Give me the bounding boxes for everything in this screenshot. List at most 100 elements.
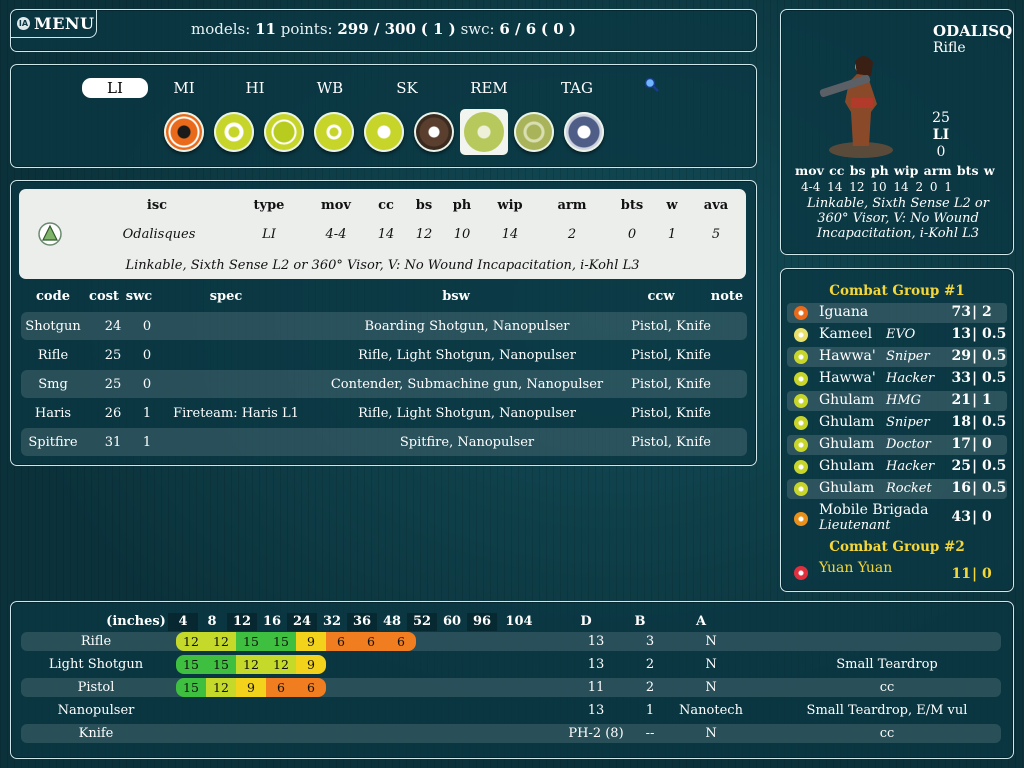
col-swc: swc <box>125 289 153 304</box>
mobile-brigada-icon[interactable] <box>364 112 404 152</box>
option-cost: 24 <box>104 319 122 334</box>
item-name: Ghulam <box>819 480 875 496</box>
option-row[interactable]: Haris 26 1 Fireteam: Haris L1 Rifle, Lig… <box>21 399 747 427</box>
range-modifier: 6 <box>326 632 356 651</box>
tab-rem[interactable]: REM <box>456 78 522 98</box>
army-list-item[interactable]: Mobile Brigada Lieutenant 43 | 0 <box>787 501 1007 535</box>
iguana-icon[interactable] <box>164 112 204 152</box>
weapon-row[interactable]: Rifle 12 12 15 15 9 6 6 6 13 3 N <box>21 632 1001 651</box>
detail-cost-block: 25 LI 0 <box>911 110 971 161</box>
option-swc: 1 <box>142 406 152 421</box>
hawwa-icon[interactable] <box>264 112 304 152</box>
weapon-special: Small Teardrop <box>836 657 938 672</box>
tab-wb[interactable]: WB <box>297 78 363 98</box>
kameel-icon[interactable] <box>214 112 254 152</box>
range-modifier: 12 <box>176 632 206 651</box>
option-row[interactable]: Shotgun 24 0 Boarding Shotgun, Nanopulse… <box>21 312 747 340</box>
header-wip: wip <box>497 198 523 213</box>
range-distance: 4 <box>168 613 198 631</box>
item-swc-value: 0.5 <box>981 480 1007 496</box>
option-swc: 0 <box>142 377 152 392</box>
weapon-special: Small Teardrop, E/M vul <box>806 703 968 718</box>
item-name: Yuan Yuan <box>819 560 893 576</box>
army-list-item[interactable]: Ghulam Rocket 16 | 0.5 <box>787 479 1007 499</box>
army-list-item[interactable]: Hawwa' Hacker 33 | 0.5 <box>787 369 1007 389</box>
weapon-special: cc <box>879 726 895 741</box>
army-list-item[interactable]: Kameel EVO 13 | 0.5 <box>787 325 1007 345</box>
army-list-item[interactable]: Ghulam Hacker 25 | 0.5 <box>787 457 1007 477</box>
army-list-item[interactable]: Ghulam Sniper 18 | 0.5 <box>787 413 1007 433</box>
range-modifier: 12 <box>266 655 296 674</box>
option-bsw: Rifle, Light Shotgun, Nanopulser <box>358 348 576 363</box>
item-cost: 18 <box>951 414 971 430</box>
weapon-row[interactable]: Pistol 15 12 9 6 6 11 2 Ncc <box>21 678 1001 697</box>
weapon-name: Pistol <box>77 680 115 695</box>
army-list-item[interactable]: Iguana 73 | 2 <box>787 303 1007 323</box>
item-cost: 13 <box>951 326 971 342</box>
range-modifier: 15 <box>176 655 206 674</box>
option-row[interactable]: Rifle 25 0 Rifle, Light Shotgun, Nanopul… <box>21 341 747 369</box>
weapon-ammo: N <box>705 657 717 672</box>
weapon-row[interactable]: Knife PH-2 (8) -- Ncc <box>21 724 1001 743</box>
naffatun-icon[interactable] <box>514 112 554 152</box>
tab-mi[interactable]: MI <box>151 78 217 98</box>
tab-sk[interactable]: SK <box>374 78 440 98</box>
detail-unit-name: ODALISQ <box>933 22 1013 40</box>
range-modifier-bar: 15 15 12 12 9 <box>176 655 326 674</box>
unit-type-tabs: LI MI HI WB SK REM TAG <box>10 64 757 168</box>
header-bts: bts <box>620 198 644 213</box>
item-swc-value: 0 <box>981 566 992 582</box>
unit-profile-panel: isc type mov cc bs ph wip arm bts w ava … <box>10 180 757 466</box>
detail-stat-values: 4-4 14 12 10 14 2 0 1 <box>801 180 953 194</box>
option-swc: 1 <box>142 435 152 450</box>
option-bsw: Rifle, Light Shotgun, Nanopulser <box>358 406 576 421</box>
range-distance: 60 <box>442 614 462 629</box>
item-swc-value: 0.5 <box>981 458 1007 474</box>
range-distance: 8 <box>207 614 217 629</box>
army-list-item[interactable]: Hawwa' Sniper 29 | 0.5 <box>787 347 1007 367</box>
range-modifier: 6 <box>296 678 326 697</box>
tab-hi[interactable]: HI <box>222 78 288 98</box>
range-distance: 36 <box>347 613 377 631</box>
swc-extra: ( 0 ) <box>540 20 576 38</box>
range-modifier: 12 <box>206 632 236 651</box>
weapon-name: Rifle <box>80 634 112 649</box>
option-code: Shotgun <box>25 319 81 334</box>
item-option: HMG <box>886 393 922 408</box>
unit-icon <box>794 438 808 452</box>
weapon-range-table: (inches) 4 8 12 16 24 32 36 48 52 60 96 104 D B A R… <box>10 601 1014 759</box>
weapon-ammo: Nanotech <box>679 703 743 718</box>
tab-tag[interactable]: TAG <box>544 78 610 98</box>
tab-li[interactable]: LI <box>82 78 148 98</box>
item-cost: 21 <box>951 392 971 408</box>
army-list-item[interactable]: Ghulam Doctor 17 | 0 <box>787 435 1007 455</box>
header-ph: ph <box>452 198 472 213</box>
option-row[interactable]: Smg 25 0 Contender, Submachine gun, Nano… <box>21 370 747 398</box>
army-list-item[interactable]: Ghulam HMG 21 | 1 <box>787 391 1007 411</box>
col-code: code <box>36 289 70 304</box>
weapon-row[interactable]: Nanopulser 13 1 Nanotech Small Teardrop, E/M… <box>21 701 1001 720</box>
weapon-name: Knife <box>78 726 114 741</box>
header-bs: bs <box>415 198 433 213</box>
odalisques-icon[interactable] <box>464 112 504 152</box>
detail-special-rules: Linkable, Sixth Sense L2 or 360° Visor, … <box>807 196 989 241</box>
item-swc-value: 0.5 <box>981 370 1007 386</box>
item-swc-value: 0 <box>981 436 992 452</box>
value-type: LI <box>262 227 276 242</box>
value-w: 1 <box>667 227 677 242</box>
detail-swc: 0 <box>936 144 946 160</box>
option-row[interactable]: Spitfire 31 1 Spitfire, Nanopulser Pisto… <box>21 428 747 456</box>
option-bsw: Contender, Submachine gun, Nanopulser <box>330 377 604 392</box>
fiday-icon[interactable] <box>414 112 454 152</box>
search-icon[interactable] <box>644 77 660 93</box>
army-list-item[interactable]: Yuan Yuan 11 | 0 <box>787 559 1007 582</box>
item-option: Hacker <box>886 371 935 386</box>
range-distance: 16 <box>262 614 282 629</box>
option-ccw: Pistol, Knife <box>631 348 711 363</box>
option-swc: 0 <box>142 319 152 334</box>
ghulam-icon[interactable] <box>314 112 354 152</box>
header-arm: arm <box>557 198 587 213</box>
weapon-row[interactable]: Light Shotgun 15 15 12 12 9 13 2 N Small Teardrop <box>21 655 1001 674</box>
item-swc-value: 0 <box>981 509 992 525</box>
tarik-icon[interactable] <box>564 112 604 152</box>
